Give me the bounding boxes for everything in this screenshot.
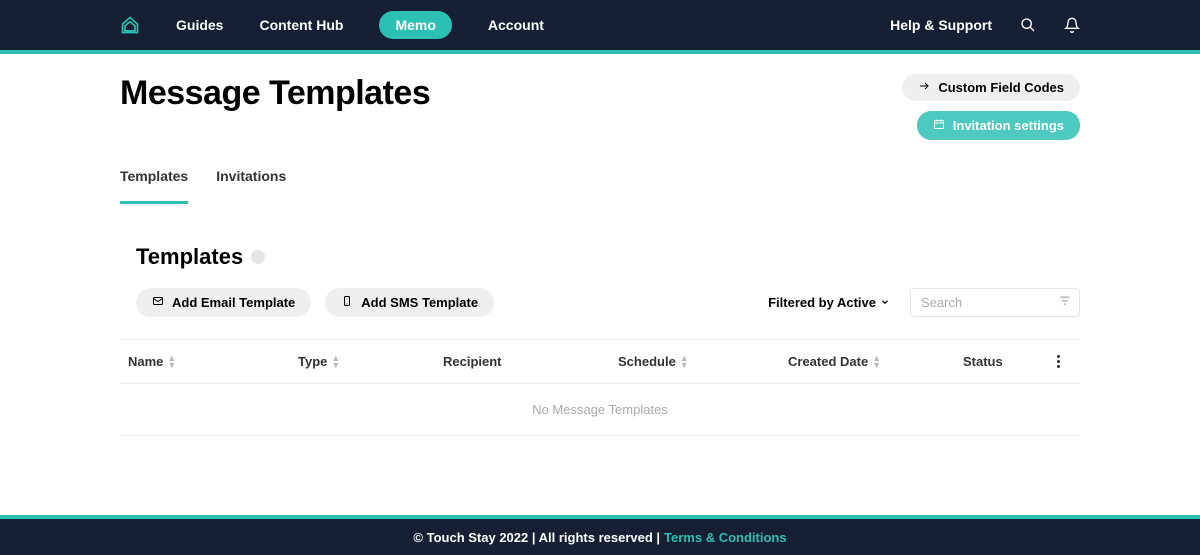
action-right: Filtered by Active: [768, 288, 1080, 317]
empty-state: No Message Templates: [120, 384, 1080, 436]
action-row: Add Email Template Add SMS Template Filt…: [120, 288, 1080, 317]
th-created-label: Created Date: [788, 354, 868, 369]
logo-icon[interactable]: [120, 15, 140, 35]
invitation-settings-label: Invitation settings: [953, 118, 1064, 133]
footer-copyright: © Touch Stay 2022 | All rights reserved …: [413, 530, 660, 545]
search-icon[interactable]: [1020, 17, 1036, 33]
section-title-row: Templates: [120, 244, 1080, 270]
search-box: [910, 288, 1080, 317]
page-title: Message Templates: [120, 74, 430, 113]
add-email-label: Add Email Template: [172, 295, 295, 310]
envelope-icon: [152, 295, 164, 310]
arrow-right-icon: [918, 80, 930, 95]
th-recipient: Recipient: [435, 354, 610, 369]
footer: © Touch Stay 2022 | All rights reserved …: [0, 515, 1200, 555]
sort-icon: ▲▼: [872, 355, 881, 368]
kebab-icon[interactable]: [1057, 355, 1060, 368]
tab-templates[interactable]: Templates: [120, 168, 188, 196]
action-left: Add Email Template Add SMS Template: [136, 288, 494, 317]
sort-icon: ▲▼: [331, 355, 340, 368]
th-schedule[interactable]: Schedule ▲▼: [610, 354, 780, 369]
top-nav-left: Guides Content Hub Memo Account: [120, 11, 544, 39]
filter-label-text: Filtered by Active: [768, 295, 876, 310]
sort-icon: ▲▼: [167, 355, 176, 368]
tab-invitations[interactable]: Invitations: [216, 168, 286, 196]
th-schedule-label: Schedule: [618, 354, 676, 369]
main-content: Message Templates Custom Field Codes Inv…: [0, 54, 1200, 515]
nav-help-support[interactable]: Help & Support: [890, 17, 992, 33]
table-header: Name ▲▼ Type ▲▼ Recipient Schedule ▲▼ Cr…: [120, 339, 1080, 384]
footer-terms-link[interactable]: Terms & Conditions: [664, 530, 787, 545]
th-name-label: Name: [128, 354, 163, 369]
phone-icon: [341, 295, 353, 310]
tabs: Templates Invitations: [120, 168, 1080, 196]
th-created[interactable]: Created Date ▲▼: [780, 354, 955, 369]
th-name[interactable]: Name ▲▼: [120, 354, 290, 369]
search-input[interactable]: [910, 288, 1080, 317]
calendar-icon: [933, 118, 945, 133]
header-row: Message Templates Custom Field Codes Inv…: [120, 74, 1080, 140]
info-icon[interactable]: [251, 250, 265, 264]
th-status-label: Status: [963, 354, 1003, 369]
add-email-template-button[interactable]: Add Email Template: [136, 288, 311, 317]
nav-account[interactable]: Account: [488, 17, 544, 33]
nav-memo[interactable]: Memo: [379, 11, 451, 39]
header-buttons: Custom Field Codes Invitation settings: [902, 74, 1080, 140]
bell-icon[interactable]: [1064, 17, 1080, 33]
filter-icon[interactable]: [1058, 293, 1072, 312]
add-sms-label: Add SMS Template: [361, 295, 478, 310]
th-type-label: Type: [298, 354, 327, 369]
section-title: Templates: [136, 244, 243, 270]
th-more: [1045, 354, 1080, 369]
sort-icon: ▲▼: [680, 355, 689, 368]
th-type[interactable]: Type ▲▼: [290, 354, 435, 369]
top-nav: Guides Content Hub Memo Account Help & S…: [0, 0, 1200, 50]
th-status: Status: [955, 354, 1045, 369]
chevron-down-icon: [880, 295, 890, 310]
nav-guides[interactable]: Guides: [176, 17, 223, 33]
custom-field-codes-label: Custom Field Codes: [938, 80, 1064, 95]
invitation-settings-button[interactable]: Invitation settings: [917, 111, 1080, 140]
custom-field-codes-button[interactable]: Custom Field Codes: [902, 74, 1080, 101]
nav-content-hub[interactable]: Content Hub: [259, 17, 343, 33]
top-nav-right: Help & Support: [890, 17, 1080, 33]
filter-dropdown[interactable]: Filtered by Active: [768, 295, 890, 310]
add-sms-template-button[interactable]: Add SMS Template: [325, 288, 494, 317]
th-recipient-label: Recipient: [443, 354, 502, 369]
